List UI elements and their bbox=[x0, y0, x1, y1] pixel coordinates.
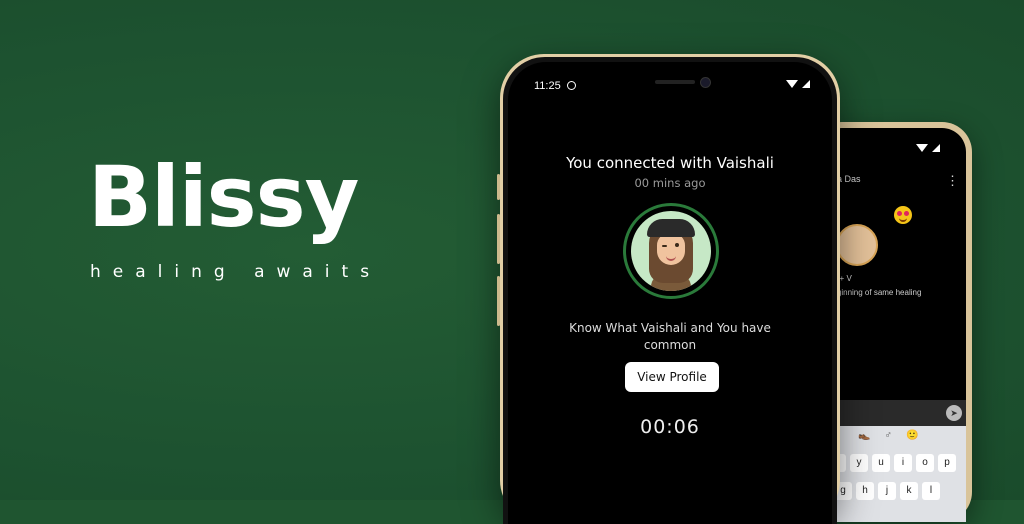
keyboard-row: g h j k l bbox=[834, 482, 966, 500]
emoji-mouth bbox=[899, 217, 907, 222]
avatar bbox=[836, 224, 878, 266]
chat-message: beginning of same healing bbox=[828, 288, 922, 297]
sync-icon bbox=[567, 81, 576, 90]
emoji-eye bbox=[897, 211, 902, 216]
call-timer: 00:06 bbox=[640, 416, 700, 438]
back-phone-screen: ha Das ⋮ S + V beginning of same healing… bbox=[818, 128, 966, 522]
key[interactable]: y bbox=[850, 454, 868, 472]
view-profile-button[interactable]: View Profile bbox=[625, 362, 719, 392]
signal-icon bbox=[802, 80, 810, 89]
avatar-image bbox=[631, 211, 711, 291]
keyboard: 👞 ♂ 🙂 t y u i o p g h j k l bbox=[818, 426, 966, 522]
status-icons bbox=[786, 79, 810, 90]
side-button bbox=[497, 174, 500, 200]
message-input[interactable] bbox=[818, 400, 966, 426]
key[interactable]: j bbox=[878, 482, 896, 500]
front-phone-screen: 11:25 You connected with Vaishali 00 min… bbox=[508, 62, 832, 524]
profile-avatar[interactable] bbox=[623, 203, 719, 299]
key[interactable]: i bbox=[894, 454, 912, 472]
key[interactable]: k bbox=[900, 482, 918, 500]
emoji-eye bbox=[904, 211, 909, 216]
connection-time: 00 mins ago bbox=[634, 176, 706, 190]
avatar-eye bbox=[675, 243, 679, 247]
brand-block: Blissy healing awaits bbox=[88, 152, 388, 282]
phone-frame: 11:25 You connected with Vaishali 00 min… bbox=[503, 57, 837, 524]
keyboard-suggestions: 👞 ♂ 🙂 bbox=[858, 430, 966, 441]
camera-icon bbox=[700, 77, 711, 88]
avatar-beanie bbox=[647, 219, 695, 237]
suggestion-item[interactable]: 👞 bbox=[858, 430, 870, 441]
suggestion-item[interactable]: ♂ bbox=[884, 430, 892, 441]
connection-title: You connected with Vaishali bbox=[566, 154, 774, 172]
keyboard-row: t y u i o p bbox=[828, 454, 966, 472]
key[interactable]: p bbox=[938, 454, 956, 472]
side-button bbox=[497, 276, 500, 326]
more-menu-icon[interactable]: ⋮ bbox=[946, 174, 959, 187]
tagline: healing awaits bbox=[90, 262, 382, 282]
key[interactable]: o bbox=[916, 454, 934, 472]
side-button bbox=[497, 214, 500, 264]
wifi-icon bbox=[786, 80, 798, 89]
common-interests-text: Know What Vaishali and You have common bbox=[569, 321, 771, 352]
suggestion-item[interactable]: 🙂 bbox=[906, 430, 918, 441]
send-icon[interactable]: ➤ bbox=[946, 405, 962, 421]
key[interactable]: h bbox=[856, 482, 874, 500]
avatar-eye bbox=[662, 245, 667, 247]
key[interactable]: l bbox=[922, 482, 940, 500]
app-logo-title: Blissy bbox=[88, 148, 359, 246]
key[interactable]: u bbox=[872, 454, 890, 472]
heart-eyes-emoji-icon bbox=[894, 206, 912, 224]
signal-icon bbox=[932, 143, 940, 152]
front-phone: 11:25 You connected with Vaishali 00 min… bbox=[497, 54, 840, 524]
speaker-grille bbox=[655, 80, 695, 84]
wifi-icon bbox=[916, 143, 928, 152]
status-time: 11:25 bbox=[534, 80, 561, 92]
back-status-icons bbox=[916, 142, 940, 152]
